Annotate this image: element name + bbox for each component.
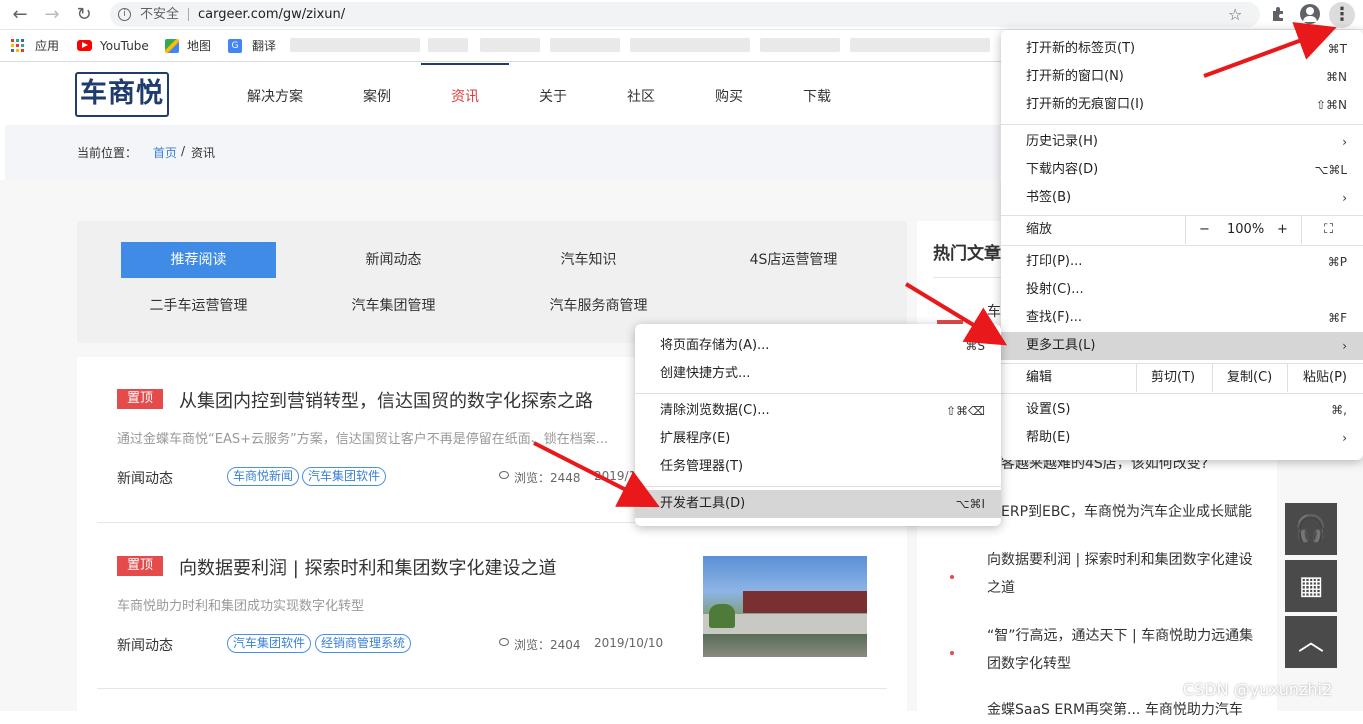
arrow-to-menu-button: [1203, 22, 1337, 78]
annotation-arrows: [533, 22, 1337, 508]
arrow-to-developer-tools: [533, 441, 660, 508]
watermark: CSDN @yuxunzhi2: [1183, 680, 1333, 699]
arrow-to-more-tools: [904, 282, 1008, 346]
